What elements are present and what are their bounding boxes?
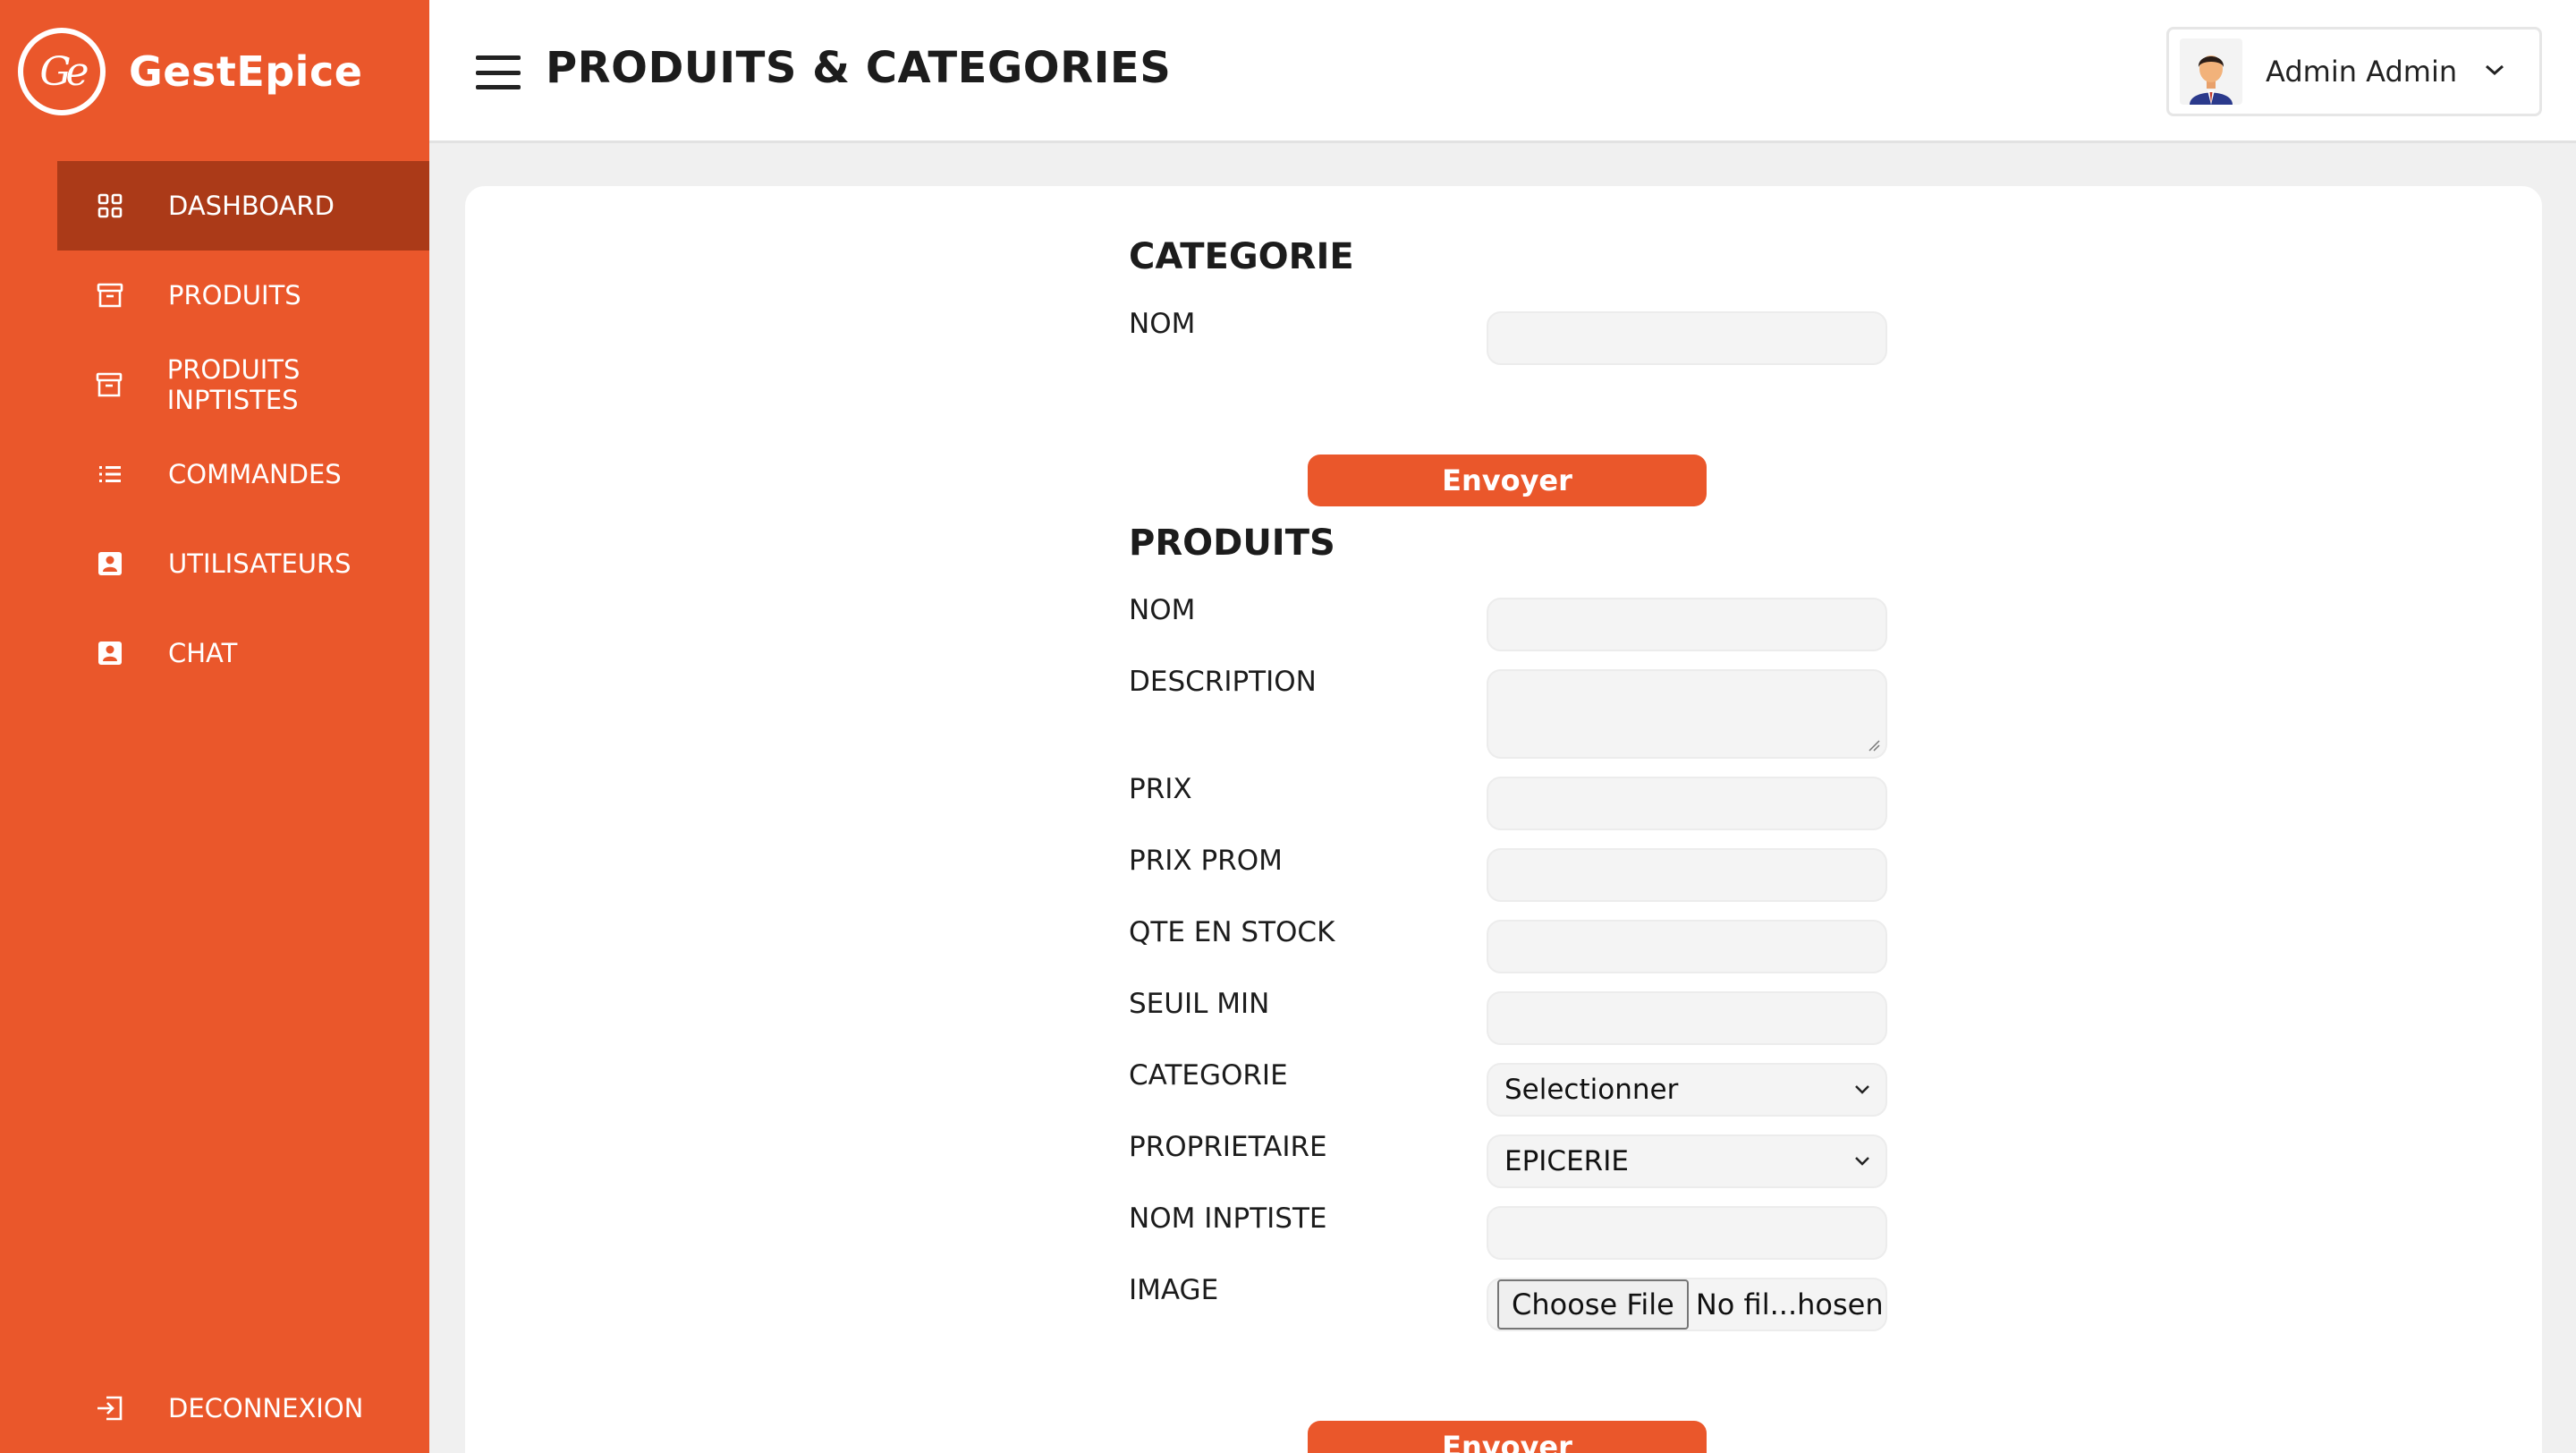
produit-nom-input[interactable] [1487, 598, 1887, 651]
file-status-text: No fil...hosen [1695, 1287, 1884, 1321]
produit-seuil-label: SEUIL MIN [1129, 988, 1270, 1020]
sidebar-item-label: COMMANDES [168, 459, 342, 489]
chevron-down-icon [1855, 1157, 1869, 1166]
user-name: Admin Admin [2266, 55, 2458, 89]
produit-prix-prom-label: PRIX PROM [1129, 845, 1283, 877]
produit-nom-label: NOM [1129, 594, 1196, 626]
page-title: PRODUITS & CATEGORIES [546, 43, 1172, 93]
brand-name: GestEpice [129, 47, 363, 96]
categorie-section-title: CATEGORIE [1129, 236, 1354, 277]
logout-icon [95, 1393, 125, 1423]
produit-image-file-input[interactable]: Choose File No fil...hosen [1487, 1278, 1887, 1331]
sidebar-item-label: UTILISATEURS [168, 548, 352, 579]
logout: DECONNEXION [57, 1364, 429, 1453]
produit-description-label: DESCRIPTION [1129, 666, 1317, 698]
logout-button[interactable]: DECONNEXION [57, 1364, 429, 1453]
logo-text: Ge [39, 48, 89, 95]
sidebar-item-produits[interactable]: PRODUITS [57, 251, 429, 340]
choose-file-button[interactable]: Choose File [1497, 1279, 1689, 1330]
produit-proprietaire-label: PROPRIETAIRE [1129, 1131, 1327, 1163]
list-icon [95, 459, 125, 489]
sidebar-item-utilisateurs[interactable]: UTILISATEURS [57, 519, 429, 608]
produit-proprietaire-select[interactable]: EPICERIE [1487, 1134, 1887, 1188]
produit-image-label: IMAGE [1129, 1274, 1219, 1306]
brand[interactable]: Ge GestEpice [18, 27, 362, 116]
produit-nom-inptiste-label: NOM INPTISTE [1129, 1202, 1327, 1235]
grid-icon [95, 191, 125, 221]
produits-submit-button[interactable]: Envoyer [1308, 1421, 1707, 1453]
logo: Ge [18, 28, 106, 115]
logout-label: DECONNEXION [168, 1393, 364, 1423]
produit-prix-input[interactable] [1487, 777, 1887, 830]
produit-description-textarea[interactable] [1487, 669, 1887, 759]
produit-seuil-input[interactable] [1487, 991, 1887, 1045]
user-badge-icon [95, 548, 125, 579]
proprietaire-select-value: EPICERIE [1504, 1145, 1629, 1177]
produit-prix-label: PRIX [1129, 773, 1192, 805]
top-header: PRODUITS & CATEGORIES Admin Admin [429, 0, 2576, 143]
sidebar-item-label: CHAT [168, 638, 238, 668]
sidebar: Ge GestEpice DASHBOARD PRODUITS PRODUITS… [0, 0, 429, 1453]
sidebar-item-commandes[interactable]: COMMANDES [57, 429, 429, 519]
menu-toggle-icon[interactable] [476, 55, 521, 89]
categorie-submit-button[interactable]: Envoyer [1308, 455, 1707, 506]
resize-handle-icon[interactable] [1868, 739, 1880, 752]
user-menu[interactable]: Admin Admin [2166, 27, 2542, 116]
produit-qte-input[interactable] [1487, 920, 1887, 973]
produit-nom-inptiste-input[interactable] [1487, 1206, 1887, 1260]
categorie-select-value: Selectionner [1504, 1074, 1679, 1106]
sidebar-item-produits-inptistes[interactable]: PRODUITS INPTISTES [57, 340, 429, 429]
produit-qte-label: QTE EN STOCK [1129, 916, 1335, 948]
produit-categorie-select[interactable]: Selectionner [1487, 1063, 1887, 1117]
chevron-down-icon [1855, 1085, 1869, 1094]
sidebar-item-label: PRODUITS [168, 280, 301, 310]
avatar [2180, 38, 2242, 105]
categorie-nom-input[interactable] [1487, 311, 1887, 365]
sidebar-item-chat[interactable]: CHAT [57, 608, 429, 698]
chevron-down-icon [2484, 63, 2505, 81]
produits-section-title: PRODUITS [1129, 523, 1335, 564]
archive-icon [95, 370, 124, 400]
sidebar-nav: DASHBOARD PRODUITS PRODUITS INPTISTES CO… [57, 161, 429, 698]
sidebar-item-label: DASHBOARD [168, 191, 335, 221]
categorie-nom-label: NOM [1129, 308, 1196, 340]
main-card: CATEGORIE NOM Envoyer PRODUITS NOM DESCR… [465, 186, 2542, 1453]
user-badge-icon [95, 638, 125, 668]
archive-icon [95, 280, 125, 310]
sidebar-item-dashboard[interactable]: DASHBOARD [57, 161, 429, 251]
produit-prix-prom-input[interactable] [1487, 848, 1887, 902]
produit-categorie-label: CATEGORIE [1129, 1059, 1288, 1092]
sidebar-item-label: PRODUITS INPTISTES [166, 354, 301, 415]
